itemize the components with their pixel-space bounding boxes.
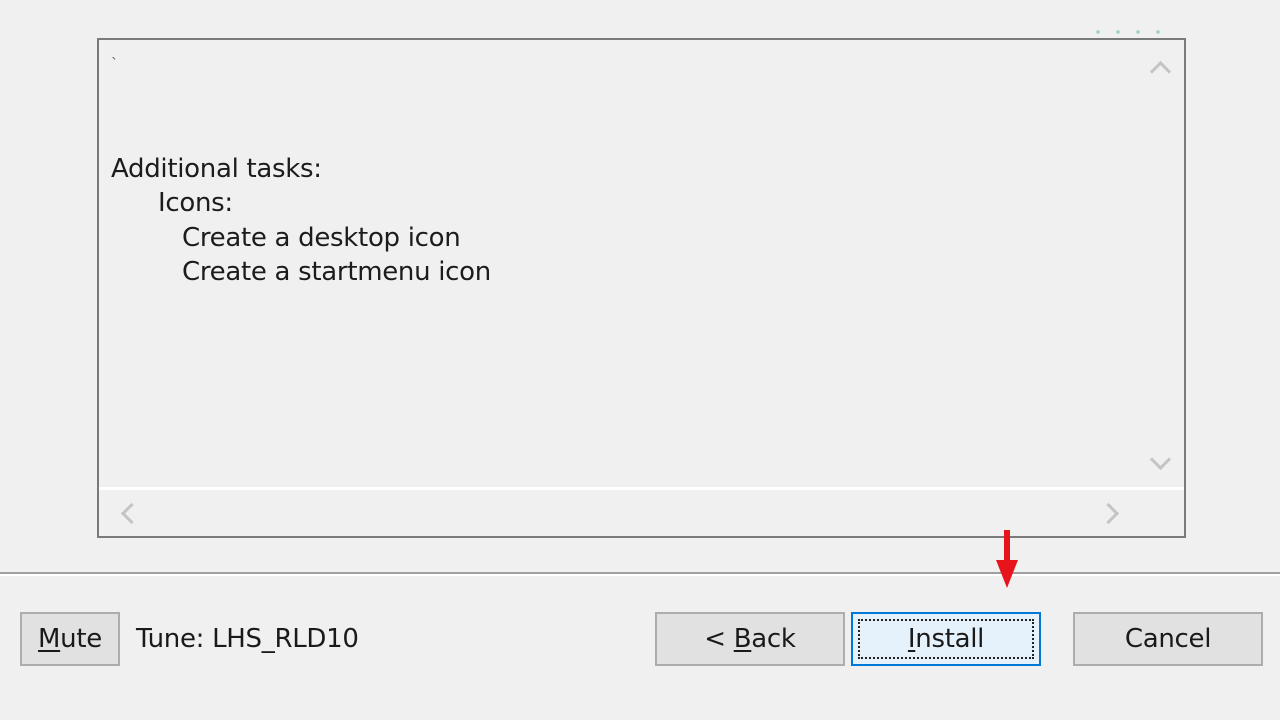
install-button-label: Install: [907, 624, 985, 654]
vertical-scrollbar[interactable]: [1136, 40, 1184, 488]
memo-line-additional-tasks: Additional tasks:: [111, 154, 322, 184]
install-button[interactable]: Install: [851, 612, 1041, 666]
decorative-dots: [1088, 30, 1168, 34]
scroll-left-button[interactable]: [105, 490, 151, 536]
memo-line-desktop-icon: Create a desktop icon: [182, 223, 461, 253]
scroll-up-button[interactable]: [1136, 48, 1184, 88]
cancel-button-label: Cancel: [1124, 624, 1212, 654]
chevron-up-icon: [1149, 60, 1171, 82]
mute-button[interactable]: Mute: [20, 612, 120, 666]
installer-ready-page: ˎ Additional tasks: Icons: Create a desk…: [0, 0, 1280, 720]
memo-line-icons: Icons:: [158, 188, 233, 218]
chevron-down-icon: [1149, 448, 1171, 470]
tune-label: Tune: LHS_RLD10: [136, 624, 359, 654]
focus-rectangle: [858, 619, 1034, 659]
scroll-down-button[interactable]: [1136, 442, 1184, 482]
mute-button-label: Mute: [38, 624, 102, 654]
memo-content: ˎ Additional tasks: Icons: Create a desk…: [99, 40, 1134, 488]
chevron-left-icon: [120, 502, 142, 524]
install-summary-memo[interactable]: ˎ Additional tasks: Icons: Create a desk…: [97, 38, 1186, 538]
cancel-button[interactable]: Cancel: [1073, 612, 1263, 666]
memo-line-startmenu-icon: Create a startmenu icon: [182, 257, 491, 287]
scroll-right-button[interactable]: [1088, 490, 1134, 536]
memo-stray-mark: ˎ: [111, 44, 118, 60]
red-arrow-down-icon: [996, 530, 1018, 588]
horizontal-scrollbar[interactable]: [99, 487, 1184, 536]
back-button[interactable]: < Back: [655, 612, 845, 666]
back-button-label: < Back: [704, 624, 796, 654]
footer-divider: [0, 572, 1280, 576]
chevron-right-icon: [1097, 502, 1119, 524]
